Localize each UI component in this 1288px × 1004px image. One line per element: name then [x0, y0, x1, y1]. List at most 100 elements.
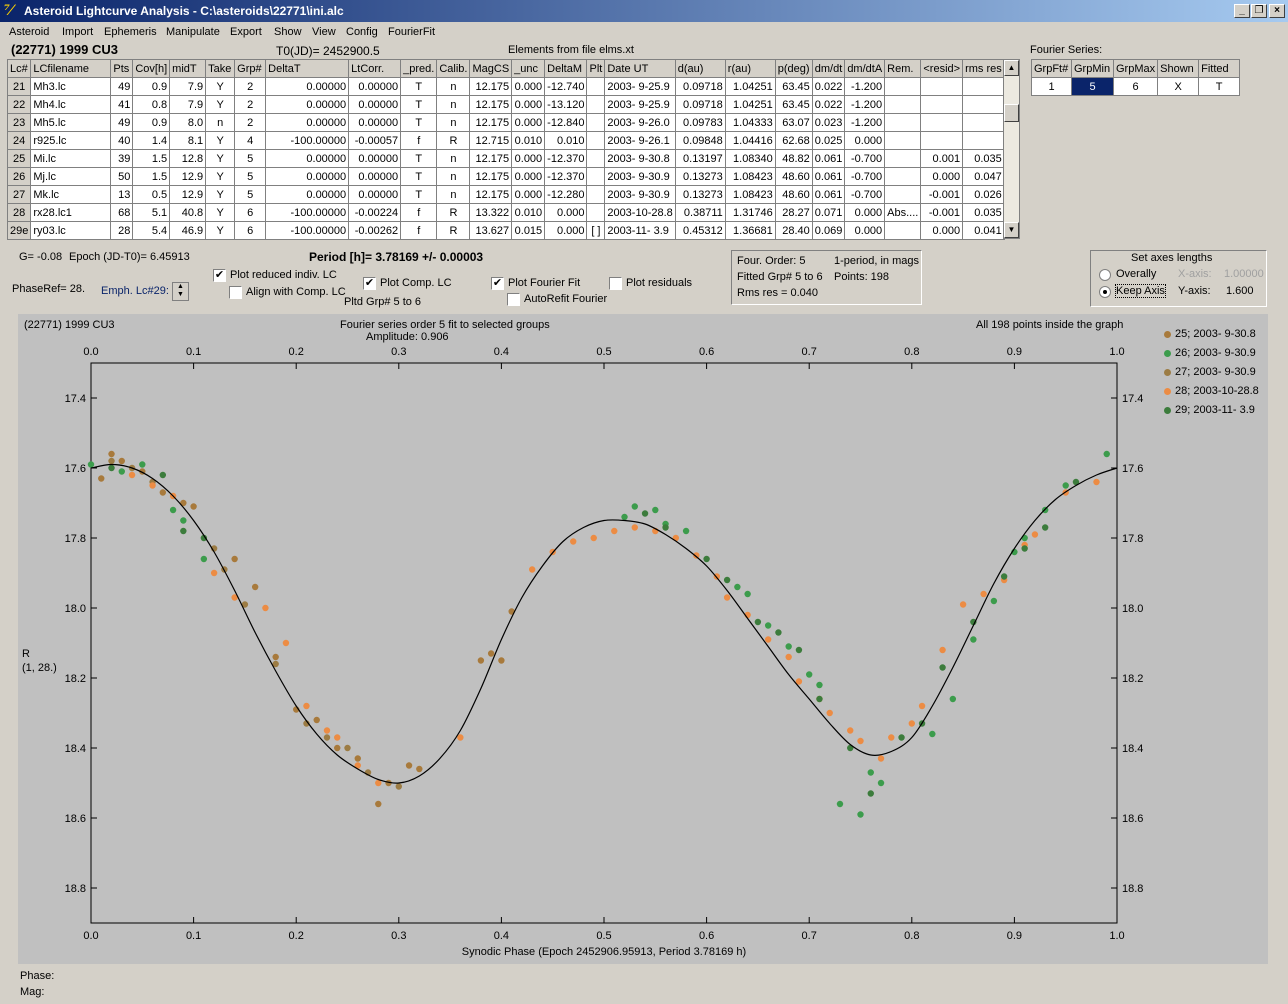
table-cell[interactable]: 1.08340	[724, 149, 776, 168]
table-cell[interactable]: Mj.lc	[30, 167, 112, 186]
table-cell[interactable]: 0.061	[811, 167, 846, 186]
table-cell[interactable]: 0.035	[962, 149, 1005, 168]
autorefit-checkbox[interactable]	[507, 293, 520, 306]
table-cell[interactable]: n	[436, 149, 471, 168]
align-comp-checkbox[interactable]	[229, 286, 242, 299]
table-cell[interactable]: 13.627	[469, 221, 513, 240]
table-cell[interactable]: Mh5.lc	[30, 113, 112, 132]
table-cell[interactable]: Y	[205, 95, 236, 114]
table-cell[interactable]: T	[400, 149, 438, 168]
table-cell[interactable]: 0.069	[811, 221, 846, 240]
column-header[interactable]: DeltaM	[544, 59, 588, 78]
table-cell[interactable]: 2003- 9-26.1	[604, 131, 676, 150]
table-cell[interactable]: 0.13273	[674, 185, 726, 204]
table-cell[interactable]: 13	[110, 185, 134, 204]
yaxis-value[interactable]: 1.600	[1226, 285, 1254, 297]
table-cell[interactable]: 5	[234, 185, 267, 204]
table-cell[interactable]: T	[400, 185, 438, 204]
table-cell[interactable]: -1.200	[844, 77, 886, 96]
table-cell[interactable]: 0.00000	[348, 167, 402, 186]
table-cell[interactable]: 0.041	[962, 221, 1005, 240]
column-header[interactable]: Pts	[110, 59, 134, 78]
table-cell[interactable]: -13.120	[544, 95, 588, 114]
table-cell[interactable]: 46.9	[169, 221, 207, 240]
table-cell[interactable]: 50	[110, 167, 134, 186]
column-header[interactable]: Grp#	[234, 59, 267, 78]
table-cell[interactable]: 0.000	[844, 131, 886, 150]
table-cell[interactable]: 0.061	[811, 185, 846, 204]
table-cell[interactable]: 12.175	[469, 149, 513, 168]
table-cell[interactable]: 12.9	[169, 167, 207, 186]
table-cell[interactable]: 23	[6, 113, 32, 132]
menu-export[interactable]: Export	[230, 26, 262, 38]
table-cell[interactable]: 0.9	[132, 113, 171, 132]
table-cell[interactable]: Y	[205, 131, 236, 150]
lightcurve-table[interactable]: Lc# LCfilename Pts Cov[h] midT Take Grp# DeltaT…	[6, 59, 1005, 240]
column-header[interactable]: Calib.	[436, 59, 471, 78]
table-cell[interactable]: 28.27	[774, 203, 813, 222]
table-cell[interactable]: -0.700	[844, 185, 886, 204]
table-cell[interactable]: r925.lc	[30, 131, 112, 150]
table-cell[interactable]: ry03.lc	[30, 221, 112, 240]
table-cell[interactable]: 0.000	[511, 77, 546, 96]
table-cell[interactable]: Y	[205, 221, 236, 240]
column-header[interactable]: p(deg)	[774, 59, 813, 78]
table-cell[interactable]: 0.000	[544, 221, 588, 240]
fourier-column-header[interactable]: GrpFt#	[1031, 59, 1072, 78]
table-cell[interactable]: 2003- 9-25.9	[604, 95, 676, 114]
column-header[interactable]: MagCS	[469, 59, 513, 78]
table-cell[interactable]: 2003-11- 3.9	[604, 221, 676, 240]
scroll-up-icon[interactable]: ▲	[1004, 60, 1019, 76]
table-cell[interactable]	[586, 149, 606, 168]
table-cell[interactable]: 12.9	[169, 185, 207, 204]
column-header[interactable]: rms res	[962, 59, 1005, 78]
table-cell[interactable]: f	[400, 221, 438, 240]
table-cell[interactable]: 0.061	[811, 149, 846, 168]
table-cell[interactable]: 0.09718	[674, 95, 726, 114]
table-cell[interactable]: 0.000	[920, 221, 964, 240]
table-cell[interactable]: 63.45	[774, 77, 813, 96]
table-cell[interactable]: 27	[6, 185, 32, 204]
table-cell[interactable]: 0.000	[844, 203, 886, 222]
table-cell[interactable]: 63.45	[774, 95, 813, 114]
table-cell[interactable]: 0.00000	[265, 149, 350, 168]
table-cell[interactable]: 2003- 9-25.9	[604, 77, 676, 96]
table-cell[interactable]: 62.68	[774, 131, 813, 150]
table-cell[interactable]: -1.200	[844, 113, 886, 132]
table-cell[interactable]: 5	[234, 167, 267, 186]
column-header[interactable]: Lc#	[6, 59, 32, 78]
column-header[interactable]: dm/dt	[811, 59, 846, 78]
table-cell[interactable]: 0.000	[511, 185, 546, 204]
table-cell[interactable]: -1.200	[844, 95, 886, 114]
table-cell[interactable]: 68	[110, 203, 134, 222]
table-row[interactable]: 27 Mk.lc 13 0.5 12.9 Y 5 0.00000 0.00000 Tn 12.175…	[6, 185, 1005, 204]
table-cell[interactable]: 28	[110, 221, 134, 240]
scroll-thumb[interactable]	[1004, 104, 1019, 122]
table-cell[interactable]: [ ]	[586, 221, 606, 240]
table-cell[interactable]: 40	[110, 131, 134, 150]
table-cell[interactable]: Y	[205, 77, 236, 96]
table-cell[interactable]	[920, 113, 964, 132]
table-cell[interactable]: f	[400, 203, 438, 222]
table-cell[interactable]: 1.36681	[724, 221, 776, 240]
table-cell[interactable]: 0.022	[811, 95, 846, 114]
column-header[interactable]: Cov[h]	[132, 59, 171, 78]
table-cell[interactable]: 0.022	[811, 77, 846, 96]
table-cell[interactable]: 2003- 9-30.8	[604, 149, 676, 168]
fourier-table-row[interactable]: 156XT	[1031, 77, 1241, 96]
table-cell[interactable]: 29e	[6, 221, 32, 240]
table-row[interactable]: 22 Mh4.lc 41 0.8 7.9 Y 2 0.00000 0.00000 Tn 12.175…	[6, 95, 1005, 114]
column-header[interactable]: dm/dtA	[844, 59, 886, 78]
scroll-down-icon[interactable]: ▼	[1004, 222, 1019, 238]
table-cell[interactable]	[884, 77, 922, 96]
restore-button[interactable]: ❐	[1251, 4, 1267, 18]
table-cell[interactable]	[586, 203, 606, 222]
table-cell[interactable]: 1.4	[132, 131, 171, 150]
table-cell[interactable]: -0.00262	[348, 221, 402, 240]
table-cell[interactable]: -12.280	[544, 185, 588, 204]
table-cell[interactable]	[884, 185, 922, 204]
plot-reduced-checkbox[interactable]: ✔	[213, 269, 226, 282]
table-row[interactable]: 26 Mj.lc 50 1.5 12.9 Y 5 0.00000 0.00000 Tn 12.175…	[6, 167, 1005, 186]
table-cell[interactable]: 0.000	[511, 149, 546, 168]
table-cell[interactable]: f	[400, 131, 438, 150]
